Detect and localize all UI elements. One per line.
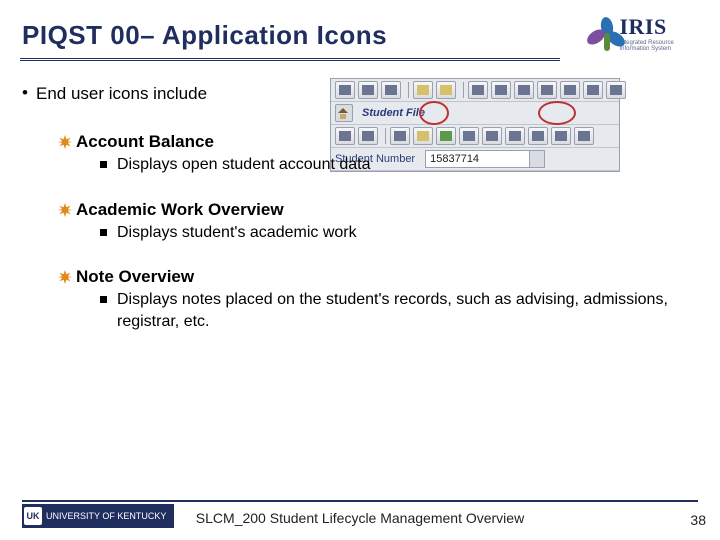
iris-flower-icon	[590, 17, 615, 51]
iris-logo-text: IRIS	[619, 16, 700, 38]
starburst-icon	[58, 203, 72, 217]
bullet-item-detail: Displays student's academic work	[117, 222, 690, 244]
bullet-item-title: Academic Work Overview	[76, 200, 284, 220]
starburst-icon	[58, 270, 72, 284]
slide-body: End user icons include Account Balance D…	[36, 84, 690, 356]
slide-title: PIQST 00– Application Icons	[22, 20, 387, 51]
bullet-item: Note Overview Displays notes placed on t…	[58, 267, 690, 332]
square-bullet-icon	[100, 161, 107, 168]
square-bullet-icon	[100, 296, 107, 303]
bullet-item-title: Account Balance	[76, 132, 214, 152]
title-underline	[20, 58, 560, 61]
bullet-item-detail: Displays notes placed on the student's r…	[117, 289, 690, 332]
bullet-item-title: Note Overview	[76, 267, 194, 287]
starburst-icon	[58, 135, 72, 149]
bullet-lead: End user icons include	[36, 84, 690, 104]
bullet-item: Academic Work Overview Displays student'…	[58, 200, 690, 244]
footer-divider	[22, 500, 698, 502]
bullet-item-detail: Displays open student account data	[117, 154, 690, 176]
page-number: 38	[690, 512, 706, 528]
iris-logo-tagline: Integrated Resource Information System	[619, 40, 700, 52]
footer-caption: SLCM_200 Student Lifecycle Management Ov…	[0, 510, 720, 526]
iris-logo: IRIS Integrated Resource Information Sys…	[590, 14, 700, 54]
bullet-item: Account Balance Displays open student ac…	[58, 132, 690, 176]
square-bullet-icon	[100, 229, 107, 236]
